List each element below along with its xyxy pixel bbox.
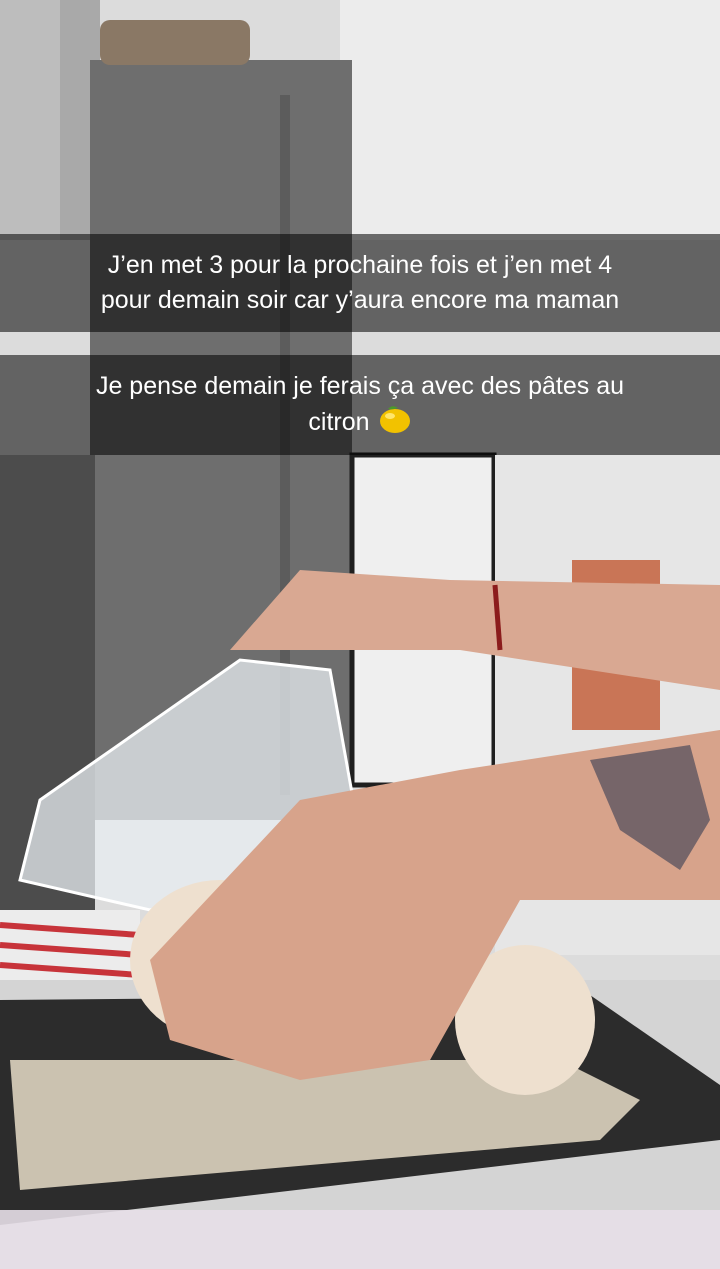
caption-1-line-2: pour demain soir car y’aura encore ma ma…	[100, 286, 620, 314]
caption-2-line-2: citron	[14, 404, 706, 446]
ceiling	[340, 0, 720, 240]
snap-caption-2: Je pense demain je ferais ça avec des pâ…	[0, 355, 720, 455]
caption-2-line-1: Je pense demain je ferais ça avec des pâ…	[95, 372, 625, 400]
fridge-top-item	[100, 20, 250, 65]
snap-caption-1: J’en met 3 pour la prochaine fois et j’e…	[0, 234, 720, 332]
photo-background	[0, 0, 720, 1269]
caption-2-line-2-text: citron	[308, 408, 370, 436]
lemon-icon	[378, 404, 412, 446]
plastic-wrap	[0, 1210, 720, 1269]
caption-1-line-1: J’en met 3 pour la prochaine fois et j’e…	[107, 251, 613, 279]
